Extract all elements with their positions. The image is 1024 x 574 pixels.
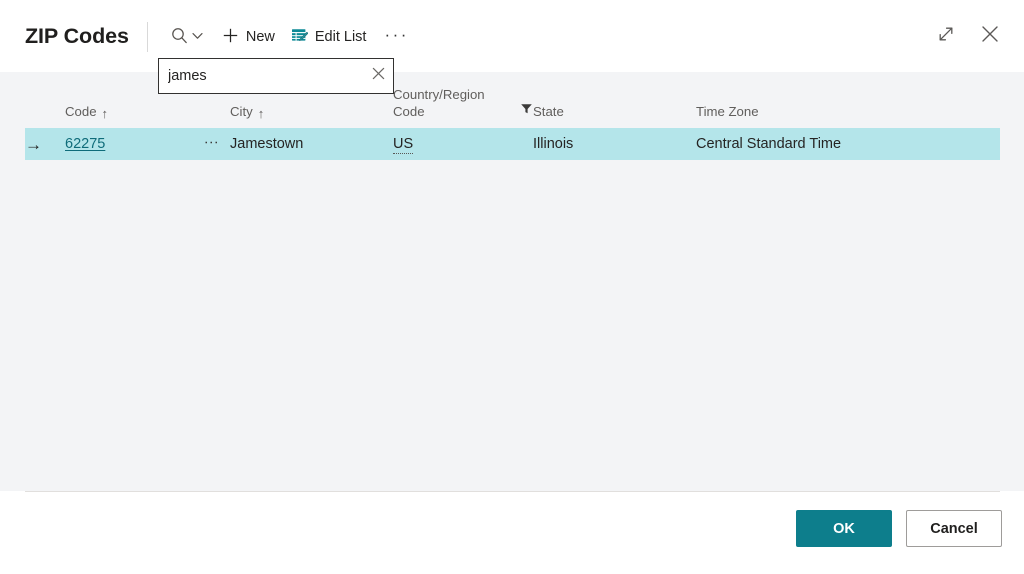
footer-separator [25, 491, 1000, 492]
new-button[interactable]: New [214, 22, 283, 52]
edit-list-button-label: Edit List [315, 30, 367, 45]
search-icon [170, 26, 189, 49]
dialog-header: ZIP Codes [0, 0, 1024, 72]
table-body: → 62275 ⋮ Jamestown US Illinois Central … [25, 128, 1000, 160]
row-indicator-cell: → [25, 128, 65, 160]
row-cell-code: 62275 ⋮ [65, 128, 230, 160]
plus-icon [222, 27, 239, 48]
search-clear-button[interactable] [363, 59, 393, 93]
expand-button[interactable] [930, 20, 962, 52]
cancel-button[interactable]: Cancel [906, 510, 1002, 547]
title-and-commands: ZIP Codes [25, 20, 417, 54]
zip-codes-lookup-dialog: ZIP Codes [0, 0, 1024, 574]
close-icon [978, 22, 1002, 51]
column-header-time-zone[interactable]: Time Zone [696, 72, 1000, 128]
column-header-indicator [25, 72, 65, 128]
new-button-label: New [246, 30, 275, 45]
sort-ascending-icon: ↑ [258, 107, 265, 120]
column-header-state[interactable]: State [533, 72, 696, 128]
table-row[interactable]: → 62275 ⋮ Jamestown US Illinois Central … [25, 128, 1000, 160]
filter-icon [520, 102, 533, 120]
column-header-time-zone-label: Time Zone [696, 104, 759, 121]
edit-list-button[interactable]: Edit List [283, 22, 375, 52]
column-header-country-region-code[interactable]: Country/Region Code [393, 72, 533, 128]
search-button[interactable] [162, 22, 191, 52]
page-title: ZIP Codes [25, 26, 129, 48]
dialog-footer: OK Cancel [0, 491, 1024, 574]
column-header-city-label: City [230, 104, 253, 121]
sort-ascending-icon: ↑ [102, 107, 109, 120]
ok-button[interactable]: OK [796, 510, 892, 547]
command-bar: New Edit List · [162, 20, 417, 54]
search-options-dropdown[interactable] [191, 22, 214, 52]
list-content-area: Code ↑ City ↑ Country/ [0, 72, 1024, 491]
country-region-code-value[interactable]: US [393, 136, 413, 154]
footer-buttons: OK Cancel [796, 510, 1002, 547]
chevron-down-icon [191, 29, 204, 46]
column-header-country-region-code-label: Country/Region Code [393, 87, 515, 120]
column-header-state-label: State [533, 104, 564, 121]
row-options-menu-icon[interactable]: ⋮ [209, 136, 214, 153]
close-button[interactable] [974, 20, 1006, 52]
row-cell-state: Illinois [533, 128, 696, 160]
edit-list-icon [291, 27, 308, 48]
column-header-code-label: Code [65, 104, 97, 121]
expand-diagonal-icon [936, 24, 956, 49]
zip-code-link[interactable]: 62275 [65, 136, 105, 152]
clear-icon [370, 65, 387, 87]
more-options-button[interactable]: ··· [374, 22, 416, 52]
title-divider [147, 22, 148, 52]
current-row-arrow-icon: → [25, 136, 42, 153]
search-input[interactable] [159, 59, 363, 93]
row-cell-time-zone: Central Standard Time [696, 128, 1000, 160]
window-controls [930, 20, 1006, 52]
search-popup [158, 58, 394, 94]
row-cell-city: Jamestown [230, 128, 393, 160]
row-cell-country-region-code: US [393, 128, 533, 160]
